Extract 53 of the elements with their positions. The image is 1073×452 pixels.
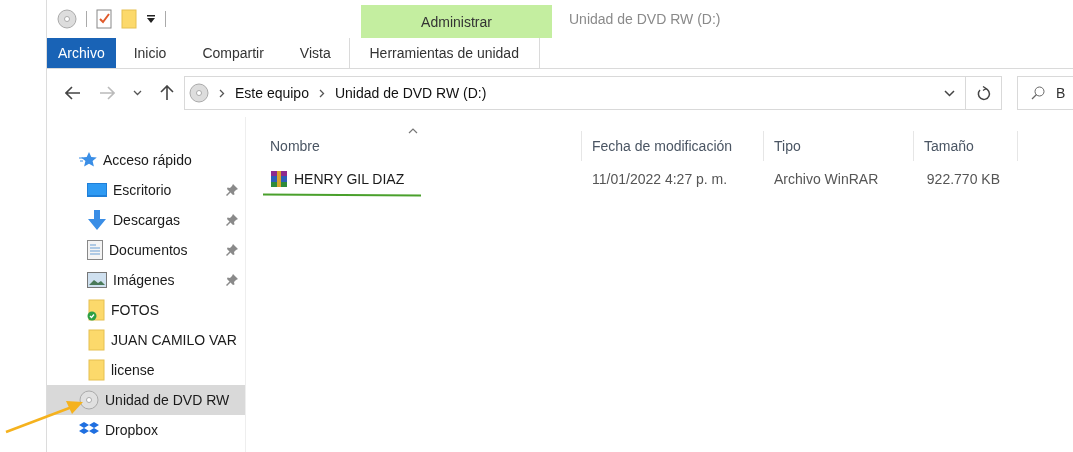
document-icon — [87, 240, 103, 260]
breadcrumb[interactable]: Unidad de DVD RW (D:) — [334, 85, 487, 101]
download-arrow-icon — [87, 210, 107, 230]
up-arrow-icon[interactable] — [160, 85, 174, 101]
pin-icon — [226, 184, 238, 196]
table-cell: 11/01/2022 4:27 p. m. — [592, 171, 728, 187]
nav-item[interactable]: Imágenes — [47, 265, 245, 295]
pin-icon — [226, 244, 238, 256]
table-cell: 922.770 KB — [926, 171, 1000, 187]
search-icon — [1031, 86, 1045, 100]
sort-caret-icon — [407, 128, 418, 134]
folder-icon — [87, 359, 105, 381]
folder-icon — [87, 299, 105, 321]
desktop-icon — [87, 182, 107, 198]
dvd-drive-icon — [189, 83, 209, 103]
nav-item[interactable]: JUAN CAMILO VAR — [47, 325, 245, 355]
column-header[interactable]: Nombre — [260, 131, 582, 161]
nav-item[interactable]: Documentos — [47, 235, 245, 265]
image-icon — [87, 272, 107, 288]
back-arrow-icon[interactable] — [65, 86, 81, 100]
ribbon-tab[interactable]: Archivo — [47, 38, 116, 68]
properties-icon[interactable] — [96, 9, 112, 29]
chevron-down-icon[interactable] — [133, 90, 142, 96]
search-field[interactable]: B — [1017, 76, 1073, 110]
ribbon-tab[interactable]: Herramientas de unidad — [348, 38, 540, 68]
window-title: Unidad de DVD RW (D:) — [569, 11, 721, 27]
folder-icon — [87, 329, 105, 351]
nav-item[interactable]: Unidad de DVD RW — [47, 385, 245, 415]
chevron-right-icon[interactable] — [318, 88, 325, 98]
nav-item[interactable]: Acceso rápido — [47, 145, 245, 175]
nav-item[interactable]: Dropbox — [47, 415, 245, 445]
nav-item[interactable]: FOTOS — [47, 295, 245, 325]
customize-caret-icon[interactable] — [146, 14, 156, 24]
table-cell: HENRY GIL DIAZ — [294, 171, 405, 187]
file-row[interactable]: HENRY GIL DIAZ 11/01/2022 4:27 p. m. Archivo WinRAR 922.770 KB — [260, 161, 1018, 197]
table-cell: Archivo WinRAR — [774, 171, 879, 187]
nav-item[interactable]: license — [47, 355, 245, 385]
chevron-down-icon[interactable] — [944, 89, 955, 97]
pin-icon — [226, 274, 238, 286]
refresh-icon — [976, 85, 991, 101]
nav-item[interactable]: Escritorio — [47, 175, 245, 205]
column-header[interactable]: Tipo — [764, 131, 914, 161]
nav-item[interactable]: Descargas — [47, 205, 245, 235]
column-header[interactable]: Tamaño — [914, 131, 1018, 161]
dvd-drive-icon — [79, 390, 99, 410]
column-header[interactable]: Fecha de modificación — [582, 131, 764, 161]
star-icon — [79, 152, 97, 168]
address-bar[interactable]: Este equipo Unidad de DVD RW (D:) — [184, 76, 1002, 110]
chevron-right-icon[interactable] — [219, 88, 225, 98]
breadcrumb[interactable]: Este equipo — [235, 85, 309, 101]
pin-icon — [226, 214, 238, 226]
archive-icon — [270, 170, 288, 188]
context-tab-group: Administrar — [361, 5, 552, 38]
